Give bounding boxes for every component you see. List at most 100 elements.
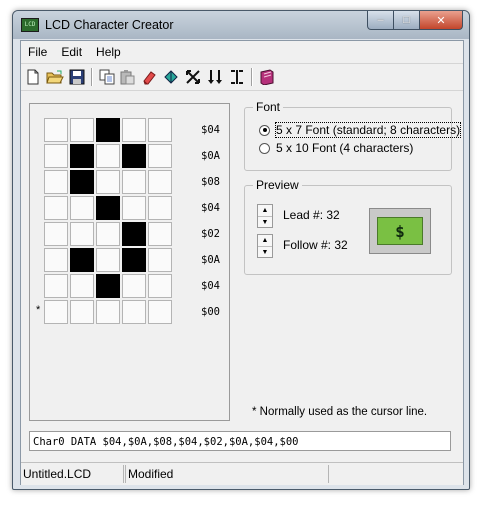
save-icon [69, 69, 85, 85]
pixel-cell[interactable] [122, 300, 146, 324]
maximize-button[interactable]: □ [394, 11, 420, 30]
pixel-cell[interactable] [70, 196, 94, 220]
status-filename: Untitled.LCD [21, 465, 124, 483]
pixel-cell[interactable] [148, 118, 172, 142]
pixel-cell[interactable] [96, 274, 120, 298]
pixel-cell[interactable] [44, 248, 68, 272]
pixel-cell[interactable] [148, 222, 172, 246]
pixel-cell[interactable] [122, 118, 146, 142]
pixel-cell[interactable] [44, 274, 68, 298]
pixel-cell[interactable] [96, 248, 120, 272]
help-book-button[interactable] [257, 67, 277, 87]
font-option-5x7-label: 5 x 7 Font (standard; 8 characters) [274, 122, 462, 138]
font-option-5x7[interactable]: 5 x 7 Font (standard; 8 characters) [259, 122, 462, 138]
pixel-cell[interactable] [70, 274, 94, 298]
menu-help[interactable]: Help [89, 41, 128, 61]
pixel-cell[interactable] [44, 196, 68, 220]
minimize-button[interactable]: – [367, 11, 394, 30]
follow-spinner[interactable]: ▲ ▼ [257, 234, 273, 258]
new-icon [27, 69, 39, 85]
paste-button[interactable] [117, 67, 137, 87]
font-option-5x10[interactable]: 5 x 10 Font (4 characters) [259, 141, 413, 155]
copy-icon [99, 69, 115, 85]
lead-spinner[interactable]: ▲ ▼ [257, 204, 273, 228]
preview-group-label: Preview [253, 178, 302, 192]
pixel-cell[interactable] [70, 144, 94, 168]
flip-vertical-icon [208, 70, 222, 84]
pixel-cell[interactable] [44, 222, 68, 246]
window-title: LCD Character Creator [45, 18, 174, 32]
shift-button[interactable] [183, 67, 203, 87]
open-icon [46, 70, 64, 84]
pixel-cell[interactable] [122, 222, 146, 246]
font-option-5x10-label: 5 x 10 Font (4 characters) [276, 141, 414, 155]
pixel-cell[interactable] [96, 222, 120, 246]
data-output-field[interactable]: Char0 DATA $04,$0A,$08,$04,$02,$0A,$04,$… [29, 431, 451, 451]
spin-down-icon[interactable]: ▼ [258, 217, 272, 228]
save-button[interactable] [67, 67, 87, 87]
status-modified: Modified [125, 465, 329, 483]
pixel-cell[interactable] [44, 300, 68, 324]
spin-down-icon[interactable]: ▼ [258, 247, 272, 258]
pixel-cell[interactable] [96, 196, 120, 220]
pixel-cell[interactable] [44, 170, 68, 194]
flip-horizontal-icon [231, 70, 243, 84]
pixel-cell[interactable] [70, 248, 94, 272]
new-button[interactable] [23, 67, 43, 87]
radio-5x7[interactable] [259, 124, 270, 136]
pixel-cell[interactable] [122, 170, 146, 194]
row-hex-value: $08 [201, 176, 220, 188]
close-icon: ✕ [436, 14, 446, 27]
eraser-button[interactable] [139, 67, 159, 87]
pixel-cell[interactable] [96, 300, 120, 324]
close-button[interactable]: ✕ [420, 11, 463, 30]
spin-up-icon[interactable]: ▲ [258, 235, 272, 247]
pixel-cell[interactable] [148, 300, 172, 324]
maximize-icon: □ [403, 14, 410, 26]
preview-group: Preview ▲ ▼ Lead #: 32 ▲ ▼ Follow #: 32 … [244, 178, 452, 275]
minimize-icon: – [377, 14, 384, 26]
status-bar: Untitled.LCD Modified [21, 462, 463, 485]
pixel-cell[interactable] [148, 196, 172, 220]
toolbar [21, 63, 463, 91]
menu-edit[interactable]: Edit [54, 41, 89, 61]
font-group: Font 5 x 7 Font (standard; 8 characters)… [244, 100, 462, 171]
pixel-cell[interactable] [96, 170, 120, 194]
pixel-cell[interactable] [44, 118, 68, 142]
pixel-cell[interactable] [148, 144, 172, 168]
pixel-cell[interactable] [70, 222, 94, 246]
menu-file[interactable]: File [21, 41, 54, 61]
book-icon [260, 69, 274, 85]
pixel-cell[interactable] [122, 196, 146, 220]
lcd-preview: $ [369, 208, 431, 254]
pixel-cell[interactable] [96, 118, 120, 142]
row-hex-value: $04 [201, 280, 220, 292]
radio-5x10[interactable] [259, 142, 270, 154]
pixel-cell[interactable] [70, 170, 94, 194]
open-button[interactable] [45, 67, 65, 87]
app-window: LCD LCD Character Creator – □ ✕ File Edi… [12, 10, 470, 490]
font-group-label: Font [253, 100, 284, 114]
pixel-cell[interactable] [44, 144, 68, 168]
pixel-cell[interactable] [122, 274, 146, 298]
row-hex-value: $04 [201, 202, 220, 214]
pixel-cell[interactable] [122, 144, 146, 168]
fill-button[interactable] [161, 67, 181, 87]
pixel-cell[interactable] [96, 144, 120, 168]
menu-bar: File Edit Help [21, 41, 463, 61]
pixel-cell[interactable] [70, 118, 94, 142]
pixel-cell[interactable] [148, 170, 172, 194]
lead-number: Lead #: 32 [283, 208, 340, 222]
flip-vertical-button[interactable] [205, 67, 225, 87]
pixel-cell[interactable] [148, 248, 172, 272]
flip-horizontal-button[interactable] [227, 67, 247, 87]
row-hex-value: $0A [201, 254, 220, 266]
pixel-cell[interactable] [70, 300, 94, 324]
copy-button[interactable] [97, 67, 117, 87]
title-bar[interactable]: LCD LCD Character Creator – □ ✕ [13, 11, 469, 39]
lcd-app-icon: LCD [21, 18, 39, 32]
follow-number: Follow #: 32 [283, 238, 348, 252]
pixel-cell[interactable] [148, 274, 172, 298]
pixel-cell[interactable] [122, 248, 146, 272]
spin-up-icon[interactable]: ▲ [258, 205, 272, 217]
